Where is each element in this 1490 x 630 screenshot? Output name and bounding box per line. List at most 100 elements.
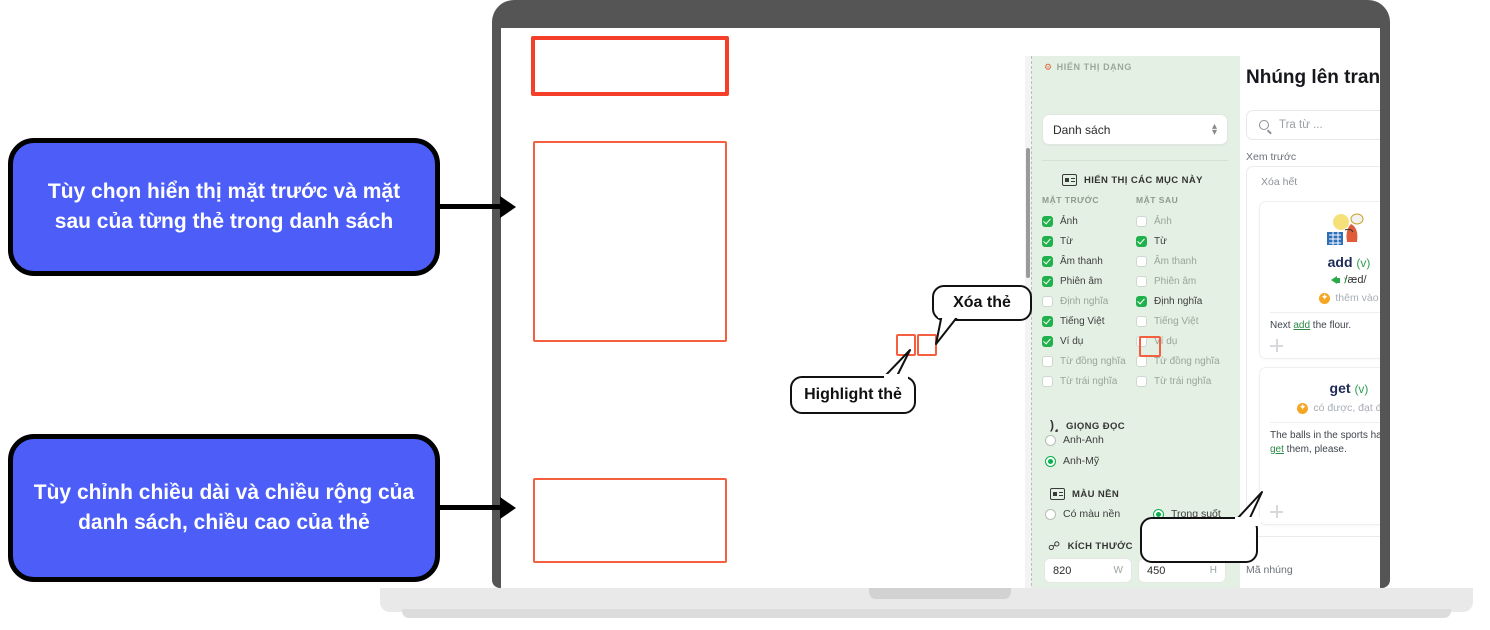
card-pos: (v): [1354, 382, 1369, 396]
background-section-header: MÀU NỀN: [1050, 488, 1119, 500]
checkbox-icon: [1042, 235, 1053, 247]
front-checkbox-row[interactable]: Âm thanh: [1042, 251, 1136, 271]
callout-delete-card-tail: [935, 312, 960, 345]
card-word: add (v): [1260, 254, 1380, 270]
checkbox-icon: [1042, 355, 1053, 367]
front-checkbox-label: Âm thanh: [1060, 255, 1103, 267]
back-checkbox-row[interactable]: Ảnh: [1136, 211, 1230, 231]
background-option-colored-label: Có màu nền: [1063, 508, 1121, 520]
back-checkbox-row[interactable]: Tiếng Việt: [1136, 311, 1230, 331]
card-grid: add (v)/æd/thêm vàoNext add the flour.cl…: [1259, 201, 1380, 525]
back-column: MẶT SAU Ảnh Từ Âm thanh Phiên âm Định nghĩa T…: [1136, 195, 1230, 391]
voice-option-us[interactable]: Anh-Mỹ: [1045, 455, 1099, 467]
search-input[interactable]: Tra từ ...: [1246, 110, 1380, 140]
voice-option-uk[interactable]: Anh-Anh: [1045, 434, 1104, 446]
sidebar-divider: [1042, 160, 1228, 161]
sidebar-scrollbar[interactable]: [1025, 56, 1032, 588]
voice-option-uk-label: Anh-Anh: [1063, 434, 1104, 446]
star-icon[interactable]: [1297, 401, 1309, 414]
checkbox-icon: [1136, 375, 1147, 387]
speaker-icon[interactable]: [1331, 276, 1347, 284]
back-checkbox-row[interactable]: Ví dụ: [1136, 331, 1230, 351]
checkbox-icon: [1136, 235, 1147, 247]
back-checkbox-row[interactable]: Từ trái nghĩa: [1136, 371, 1230, 391]
back-checkbox-row[interactable]: Từ đồng nghĩa: [1136, 351, 1230, 371]
card-toolbar: [1260, 505, 1380, 518]
card-meaning: có được, đạt được: [1260, 401, 1380, 415]
annotation-note-display-options: Tùy chọn hiển thị mặt trước và mặt sau c…: [8, 138, 440, 276]
width-input[interactable]: 820 W: [1044, 558, 1132, 583]
front-checkbox-row[interactable]: Phiên âm: [1042, 271, 1136, 291]
front-checkbox-row[interactable]: Tiếng Việt: [1042, 311, 1136, 331]
display-items-section-title: HIỂN THỊ CÁC MỤC NÀY: [1084, 174, 1203, 186]
checkbox-icon: [1042, 215, 1053, 227]
checkbox-icon: [1042, 295, 1053, 307]
sidebar-top-label: ⚙ HIỂN THỊ DẠNG: [1044, 62, 1132, 72]
front-checkbox-row[interactable]: Ví dụ: [1042, 331, 1136, 351]
front-column-title: MẶT TRƯỚC: [1042, 195, 1100, 205]
voice-section-title: GIỌNG ĐỌC: [1066, 420, 1126, 432]
search-placeholder: Tra từ ...: [1279, 119, 1323, 131]
checkbox-icon: [1042, 275, 1053, 287]
gear-icon: ⚙: [1044, 62, 1053, 72]
back-checkbox-row[interactable]: Âm thanh: [1136, 251, 1230, 271]
width-value: 820: [1053, 564, 1072, 577]
embed-code-label: Mã nhúng: [1246, 564, 1293, 576]
front-checkbox-label: Từ đồng nghĩa: [1060, 355, 1126, 367]
clear-all-button[interactable]: Xóa hết: [1261, 176, 1297, 188]
callout-delete-card-label: Xóa thẻ: [953, 294, 1011, 311]
front-checkbox-label: Từ trái nghĩa: [1060, 375, 1118, 387]
callout-highlight-card-label: Highlight thẻ: [804, 386, 902, 403]
display-mode-select[interactable]: Danh sách ▴ ▾: [1042, 114, 1228, 145]
front-checkbox-row[interactable]: Ảnh: [1042, 211, 1136, 231]
checkbox-icon: [1042, 315, 1053, 327]
annotation-arrow-head-2: [500, 497, 516, 519]
back-checkbox-label: Từ trái nghĩa: [1154, 375, 1212, 387]
flashcard[interactable]: add (v) /æd/thêm vào Next add the flour.: [1259, 201, 1380, 359]
card-word-text: add: [1327, 254, 1353, 270]
front-checkbox-row[interactable]: Từ đồng nghĩa: [1042, 351, 1136, 371]
front-checkbox-label: Định nghĩa: [1060, 295, 1109, 307]
card-meaning-text: có được, đạt được: [1313, 402, 1380, 414]
back-column-title: MẶT SAU: [1136, 195, 1179, 205]
width-unit: W: [1113, 565, 1123, 576]
checkbox-icon: [1136, 355, 1147, 367]
back-checkbox-row[interactable]: Từ: [1136, 231, 1230, 251]
card-pos: (v): [1356, 256, 1371, 270]
back-checkbox-label: Âm thanh: [1154, 255, 1197, 267]
card-example: The balls in the sports hall. Go and get…: [1260, 423, 1380, 457]
screenshot-root: ⚙ HIỂN THỊ DẠNG Danh sách ▴ ▾ HIỂN THỊ CÁC…: [0, 0, 1490, 630]
cards-scroll-area: add (v)/æd/thêm vàoNext add the flour.cl…: [1247, 197, 1380, 536]
card-example-keyword: get: [1270, 444, 1284, 455]
card-meaning-text: thêm vào: [1335, 292, 1379, 304]
voice-section-header: )◕ GIỌNG ĐỌC: [1050, 418, 1125, 434]
laptop-base-shadow: [402, 609, 1451, 618]
background-option-colored[interactable]: Có màu nền: [1045, 508, 1120, 520]
checkbox-icon: [1136, 315, 1147, 327]
back-checkbox-label: Định nghĩa: [1154, 295, 1203, 307]
callout-empty-bottom-tail: [1235, 491, 1263, 526]
card-example: Next add the flour.: [1260, 313, 1380, 333]
card-pronunciation[interactable]: /æd/: [1260, 274, 1380, 286]
card-example-after: them, please.: [1283, 444, 1347, 455]
card-meaning: thêm vào: [1260, 291, 1380, 305]
back-checkbox-row[interactable]: Phiên âm: [1136, 271, 1230, 291]
sidebar-scrollbar-thumb[interactable]: [1026, 148, 1030, 278]
card-example-keyword: add: [1293, 320, 1311, 331]
star-icon[interactable]: [1319, 291, 1331, 304]
front-checkbox-label: Ảnh: [1060, 215, 1078, 227]
front-checkbox-row[interactable]: Từ: [1042, 231, 1136, 251]
flashcard[interactable]: get (v) có được, đạt được The balls in the…: [1259, 367, 1380, 525]
voice-icon: )◕: [1050, 418, 1060, 435]
annotation-note-display-options-text: Tùy chọn hiển thị mặt trước và mặt sau c…: [47, 180, 401, 233]
laptop-trackpad-notch: [869, 588, 1011, 599]
move-card-icon[interactable]: [1270, 339, 1283, 352]
voice-option-us-label: Anh-Mỹ: [1063, 455, 1100, 467]
front-checkbox-row[interactable]: Từ trái nghĩa: [1042, 371, 1136, 391]
annotation-arrow-line-2: [437, 505, 503, 510]
size-section-title: KÍCH THƯỚC: [1067, 540, 1133, 552]
back-checkbox-label: Tiếng Việt: [1154, 315, 1199, 327]
back-checkbox-row[interactable]: Định nghĩa: [1136, 291, 1230, 311]
radio-icon: [1045, 434, 1056, 446]
front-checkbox-row[interactable]: Định nghĩa: [1042, 291, 1136, 311]
